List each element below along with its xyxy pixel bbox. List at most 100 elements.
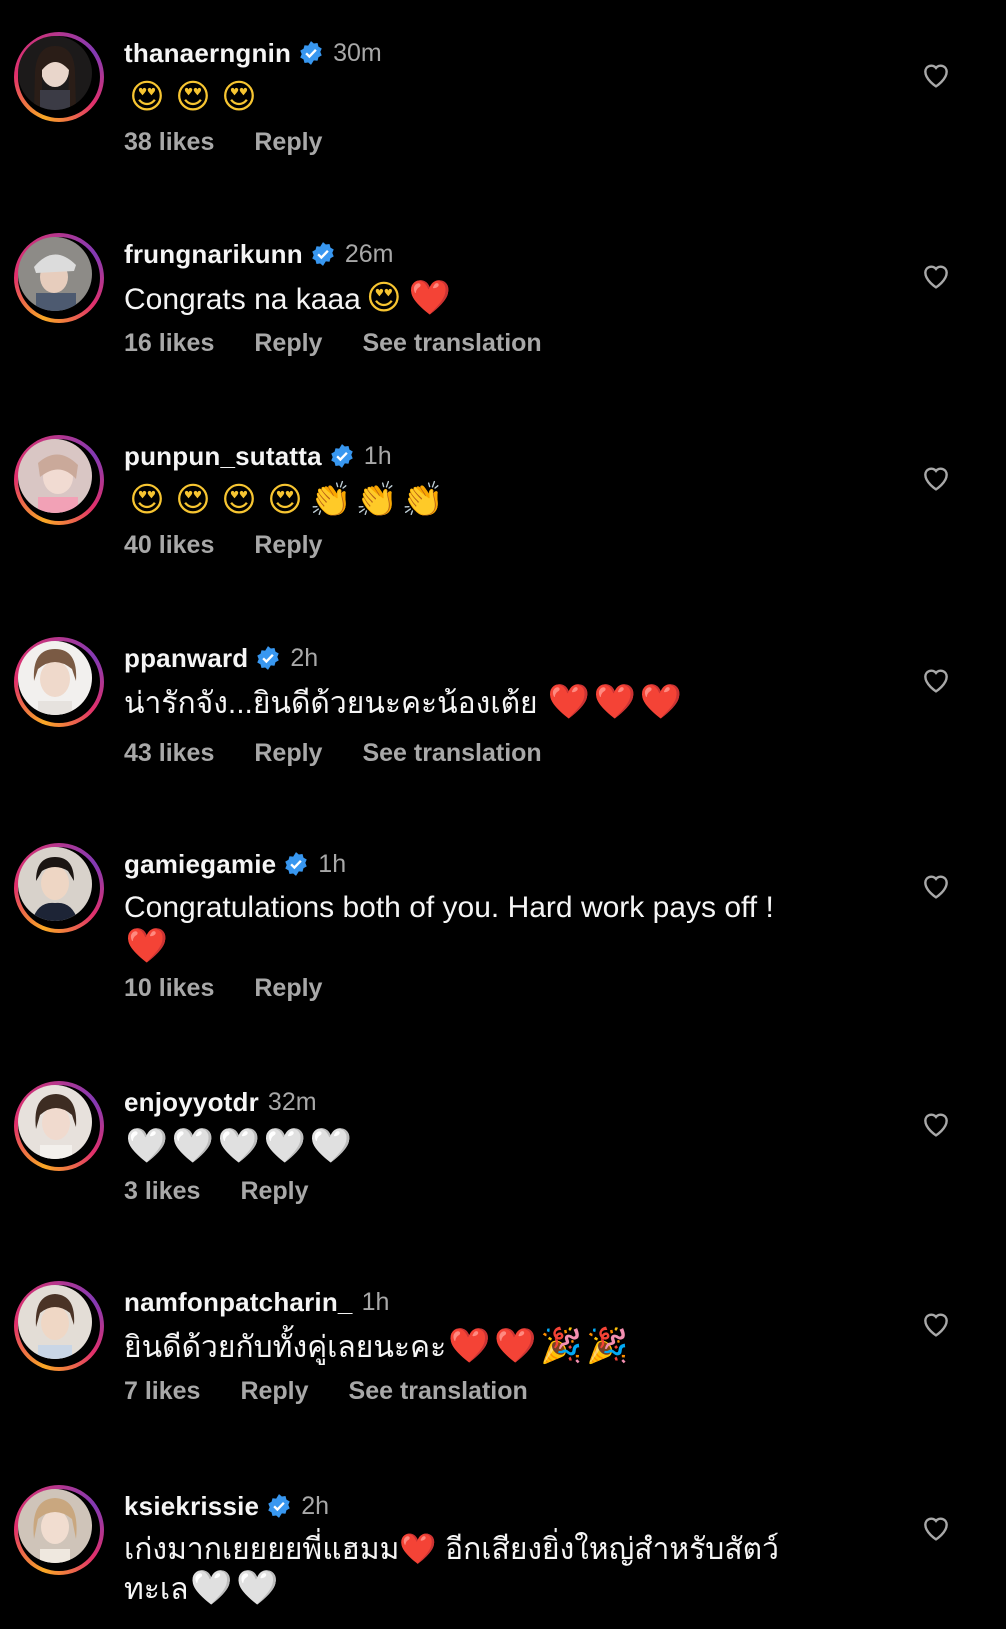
comment-header: thanaerngnin 30m (124, 36, 382, 70)
username[interactable]: punpun_sutatta (124, 441, 322, 472)
comment-body: ยินดีด้วยกับทั้งคู่เลยนะคะ (124, 1331, 447, 1364)
reply-button[interactable]: Reply (254, 329, 322, 358)
heart-eyes-emoji: 😍 (129, 77, 165, 117)
red-heart-emoji: ❤️ (494, 1326, 537, 1366)
comment-text: Congratulations both of you. Hard work p… (124, 889, 884, 967)
avatar[interactable] (14, 32, 104, 122)
likes-count[interactable]: 7 likes (124, 1377, 200, 1406)
likes-count[interactable]: 40 likes (124, 531, 214, 560)
heart-eyes-emoji: 😍 (267, 480, 303, 520)
likes-count[interactable]: 16 likes (124, 329, 214, 358)
white-heart-emoji: 🤍 (125, 1126, 169, 1166)
comment-header: namfonpatcharin_ 1h (124, 1285, 389, 1319)
clapping-hands-emoji: 👏 (355, 480, 399, 520)
avatar-photo (18, 439, 92, 513)
likes-count[interactable]: 43 likes (124, 739, 214, 768)
likes-count[interactable]: 3 likes (124, 1177, 200, 1206)
comment-time: 1h (318, 849, 347, 878)
avatar[interactable] (14, 435, 104, 525)
verified-badge-icon (255, 645, 281, 671)
comment-text: น่ารักจัง...ยินดีด้วยนะคะน้องเต้ย ❤️ ❤️ ❤️ (124, 683, 884, 723)
verified-badge-icon (283, 851, 309, 877)
comment-body: Congrats na kaaa (124, 283, 361, 316)
see-translation-button[interactable]: See translation (349, 1377, 528, 1406)
comment-header: enjoyyotdr 32m (124, 1085, 317, 1119)
heart-outline-icon[interactable] (920, 59, 952, 91)
avatar-photo (18, 36, 92, 110)
avatar[interactable] (14, 1485, 104, 1575)
heart-outline-icon[interactable] (920, 1108, 952, 1140)
red-heart-emoji: ❤️ (448, 1326, 491, 1366)
heart-eyes-emoji: 😍 (221, 480, 257, 520)
comment-header: ppanward 2h (124, 641, 318, 675)
reply-button[interactable]: Reply (254, 974, 322, 1003)
white-heart-emoji: 🤍 (263, 1126, 307, 1166)
white-heart-emoji: 🤍 (190, 1568, 233, 1608)
username[interactable]: thanaerngnin (124, 38, 291, 69)
avatar-photo (18, 1285, 92, 1359)
avatar[interactable] (14, 1281, 104, 1371)
comment-actions: 3 likes Reply (124, 1177, 349, 1206)
comment-actions: 38 likes Reply (124, 128, 362, 157)
verified-badge-icon (310, 241, 336, 267)
comment-time: 30m (333, 38, 382, 67)
white-heart-emoji: 🤍 (217, 1126, 261, 1166)
verified-badge-icon (266, 1493, 292, 1519)
avatar[interactable] (14, 233, 104, 323)
avatar[interactable] (14, 843, 104, 933)
avatar[interactable] (14, 1081, 104, 1171)
username[interactable]: frungnarikunn (124, 239, 303, 270)
reply-button[interactable]: Reply (254, 531, 322, 560)
heart-outline-icon[interactable] (920, 664, 952, 696)
heart-outline-icon[interactable] (920, 260, 952, 292)
comment-time: 32m (267, 1087, 317, 1116)
reply-button[interactable]: Reply (240, 1377, 308, 1406)
heart-eyes-emoji: 😍 (221, 77, 257, 117)
comment-header: gamiegamie 1h (124, 847, 346, 881)
heart-eyes-emoji: 😍 (129, 480, 165, 520)
comment-time: 1h (361, 1287, 390, 1316)
party-popper-emoji: 🎉 (540, 1326, 583, 1366)
comment-text: 🤍 🤍 🤍 🤍 🤍 (124, 1127, 884, 1167)
heart-outline-icon[interactable] (920, 462, 952, 494)
comment-time: 2h (290, 643, 319, 672)
clapping-hands-emoji: 👏 (309, 480, 353, 520)
avatar-photo (18, 237, 92, 311)
username[interactable]: namfonpatcharin_ (124, 1287, 353, 1318)
reply-button[interactable]: Reply (254, 739, 322, 768)
heart-outline-icon[interactable] (920, 870, 952, 902)
comment-text: เก่งมากเยยยยพี่แฮมม❤️ อีกเสียงยิ่งใหญ่สำ… (124, 1531, 824, 1609)
comment-actions: 40 likes Reply (124, 531, 362, 560)
avatar-photo (18, 847, 92, 921)
white-heart-emoji: 🤍 (171, 1126, 215, 1166)
reply-button[interactable]: Reply (254, 128, 322, 157)
verified-badge-icon (298, 40, 324, 66)
reply-button[interactable]: Reply (240, 1177, 308, 1206)
likes-count[interactable]: 10 likes (124, 974, 214, 1003)
username[interactable]: ppanward (124, 643, 248, 674)
red-heart-emoji: ❤️ (639, 682, 683, 722)
heart-eyes-emoji: 😍 (175, 77, 211, 117)
avatar[interactable] (14, 637, 104, 727)
comment-actions: 43 likes Reply See translation (124, 739, 582, 768)
username[interactable]: enjoyyotdr (124, 1087, 259, 1118)
white-heart-emoji: 🤍 (236, 1568, 279, 1608)
heart-outline-icon[interactable] (920, 1512, 952, 1544)
comment-header: punpun_sutatta 1h (124, 439, 392, 473)
username[interactable]: ksiekrissie (124, 1491, 259, 1522)
heart-outline-icon[interactable] (920, 1308, 952, 1340)
comment-header: frungnarikunn 26m (124, 237, 393, 271)
comment-text: Congrats na kaaa 😍 ❤️ (124, 279, 884, 319)
red-heart-emoji: ❤️ (593, 682, 637, 722)
comment-body: น่ารักจัง...ยินดีด้วยนะคะน้องเต้ย (124, 687, 546, 720)
comment-actions: 16 likes Reply See translation (124, 329, 582, 358)
avatar-photo (18, 1489, 92, 1563)
see-translation-button[interactable]: See translation (362, 329, 541, 358)
username[interactable]: gamiegamie (124, 849, 276, 880)
heart-eyes-emoji: 😍 (175, 480, 211, 520)
comment-text: 😍 😍 😍 😍 👏 👏 👏 (124, 481, 884, 521)
see-translation-button[interactable]: See translation (362, 739, 541, 768)
comment-time: 2h (301, 1491, 330, 1520)
likes-count[interactable]: 38 likes (124, 128, 214, 157)
comment-body: Congratulations both of you. Hard work p… (124, 891, 774, 924)
